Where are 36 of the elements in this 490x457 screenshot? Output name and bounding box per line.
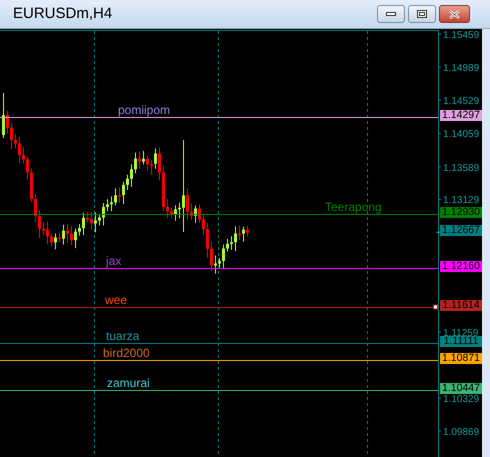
close-icon [449, 10, 460, 18]
minimize-icon [386, 12, 396, 16]
line-label: bird2000 [103, 346, 150, 360]
horizontal-line[interactable] [0, 390, 438, 391]
horizontal-line[interactable] [0, 214, 438, 215]
line-label: tuarza [106, 330, 140, 342]
line-label: Teerapong [325, 200, 382, 214]
line-label: zamurai [107, 376, 150, 390]
line-price-label: 1.10447 [440, 382, 482, 394]
horizontal-line[interactable] [0, 268, 438, 269]
close-button[interactable] [439, 5, 470, 23]
bid-price-label: 1.12667 [440, 225, 482, 236]
line-label: wee [105, 294, 128, 306]
line-price-label: 1.12930 [440, 206, 482, 218]
line-price-label: 1.11614 [440, 300, 482, 312]
line-label: jax [106, 254, 122, 268]
horizontal-line[interactable] [0, 117, 438, 118]
window-title: EURUSDm,H4 [13, 4, 112, 24]
line-handle[interactable] [433, 304, 438, 310]
line-price-label: 1.14297 [440, 110, 482, 121]
line-price-label: 1.12160 [440, 261, 482, 272]
price-tick: 1.13589 [443, 164, 480, 174]
minimize-button[interactable] [377, 5, 405, 23]
line-price-label: 1.10871 [440, 352, 482, 364]
price-tick: 1.09869 [443, 428, 480, 438]
horizontal-line[interactable] [0, 343, 438, 344]
horizontal-line[interactable] [0, 360, 438, 361]
price-tick: 1.15459 [443, 31, 480, 41]
price-tick: 1.14059 [443, 130, 480, 140]
price-tick: 1.14989 [443, 64, 480, 74]
line-label: pomiipom [118, 104, 170, 116]
price-tick: 1.13129 [443, 196, 480, 206]
maximize-button[interactable] [408, 5, 436, 23]
restore-icon [417, 10, 427, 18]
price-tick: 1.14529 [443, 97, 480, 108]
price-tick: 1.10329 [443, 395, 480, 406]
